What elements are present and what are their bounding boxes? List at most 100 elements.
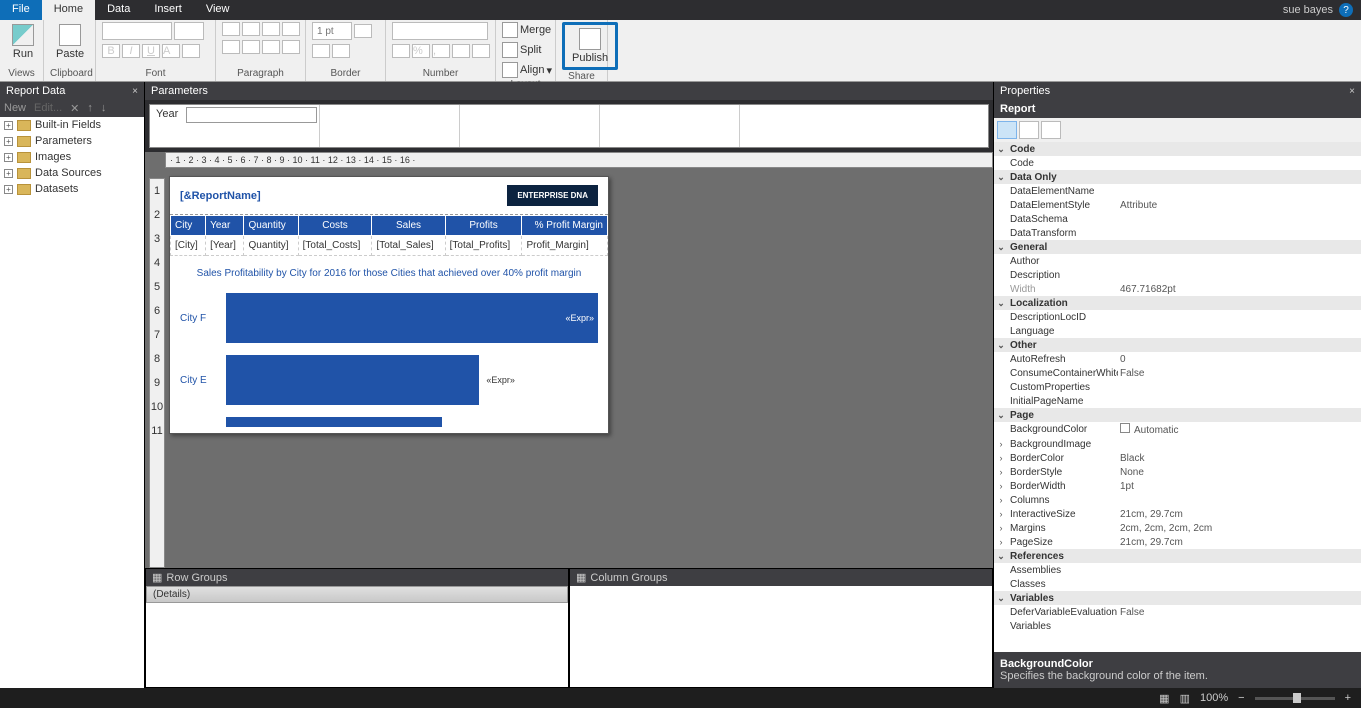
- tab-insert[interactable]: Insert: [142, 0, 194, 20]
- col-header[interactable]: Costs: [298, 216, 372, 236]
- border-button[interactable]: [312, 44, 330, 58]
- align-top-button[interactable]: [222, 40, 240, 54]
- paste-button[interactable]: Paste: [50, 22, 90, 62]
- prop-row[interactable]: DeferVariableEvaluationFalse: [994, 605, 1361, 619]
- properties-object[interactable]: Report: [994, 100, 1361, 118]
- prop-category[interactable]: ⌄References: [994, 549, 1361, 563]
- data-cell[interactable]: [Year]: [206, 236, 244, 256]
- data-cell[interactable]: [City]: [171, 236, 206, 256]
- align-center-button[interactable]: [242, 22, 260, 36]
- currency-button[interactable]: [392, 44, 410, 58]
- param-year-dropdown[interactable]: [186, 107, 317, 123]
- report-title-placeholder[interactable]: [&ReportName]: [180, 190, 261, 202]
- chart-bar-row[interactable]: City E «Expr»: [170, 349, 608, 411]
- details-group[interactable]: (Details): [146, 586, 568, 603]
- prop-row[interactable]: ›PageSize21cm, 29.7cm: [994, 535, 1361, 549]
- param-cell[interactable]: [460, 105, 600, 147]
- up-icon[interactable]: ↑: [87, 102, 93, 115]
- tree-item[interactable]: +Datasets: [0, 181, 144, 197]
- tab-data[interactable]: Data: [95, 0, 142, 20]
- zoom-slider[interactable]: [1255, 697, 1335, 700]
- align-left-button[interactable]: [222, 22, 240, 36]
- prop-row[interactable]: ›BorderWidth1pt: [994, 479, 1361, 493]
- param-cell[interactable]: [320, 105, 460, 147]
- report-page[interactable]: [&ReportName] ENTERPRISE DNA City Year Q…: [169, 176, 609, 434]
- prop-category[interactable]: ⌄Variables: [994, 591, 1361, 605]
- increase-decimal-button[interactable]: [472, 44, 490, 58]
- data-cell[interactable]: [Total_Costs]: [298, 236, 372, 256]
- percent-button[interactable]: %: [412, 44, 430, 58]
- data-cell[interactable]: Profit_Margin]: [522, 236, 608, 256]
- prop-row[interactable]: BackgroundColorAutomatic: [994, 422, 1361, 437]
- prop-row[interactable]: ›BackgroundImage: [994, 437, 1361, 451]
- col-header[interactable]: Quantity: [244, 216, 298, 236]
- alphabetical-button[interactable]: [1019, 121, 1039, 139]
- align-justify-button[interactable]: [282, 22, 300, 36]
- run-button[interactable]: Run: [6, 22, 40, 62]
- prop-row[interactable]: InitialPageName: [994, 394, 1361, 408]
- col-header[interactable]: City: [171, 216, 206, 236]
- prop-row[interactable]: DataElementStyleAttribute: [994, 198, 1361, 212]
- underline-button[interactable]: U: [142, 44, 160, 58]
- col-header[interactable]: Profits: [445, 216, 522, 236]
- tree-item[interactable]: +Data Sources: [0, 165, 144, 181]
- data-cell[interactable]: Quantity]: [244, 236, 298, 256]
- col-header[interactable]: Year: [206, 216, 244, 236]
- prop-row[interactable]: Variables: [994, 619, 1361, 633]
- new-button[interactable]: New: [4, 102, 26, 115]
- prop-row[interactable]: ›InteractiveSize21cm, 29.7cm: [994, 507, 1361, 521]
- prop-row[interactable]: ConsumeContainerWhitespaceFalse: [994, 366, 1361, 380]
- prop-row[interactable]: DataSchema: [994, 212, 1361, 226]
- prop-category[interactable]: ⌄Other: [994, 338, 1361, 352]
- prop-row[interactable]: ›Columns: [994, 493, 1361, 507]
- italic-button[interactable]: I: [122, 44, 140, 58]
- design-canvas[interactable]: · 1 · 2 · 3 · 4 · 5 · 6 · 7 · 8 · 9 · 10…: [145, 152, 993, 568]
- decrease-decimal-button[interactable]: [452, 44, 470, 58]
- help-icon[interactable]: ?: [1339, 3, 1353, 17]
- border-color-button[interactable]: [332, 44, 350, 58]
- zoom-in-button[interactable]: +: [1345, 692, 1351, 704]
- col-header[interactable]: Sales: [372, 216, 445, 236]
- data-table[interactable]: City Year Quantity Costs Sales Profits %…: [170, 215, 608, 256]
- publish-button[interactable]: Publish: [566, 26, 614, 66]
- comma-button[interactable]: ,: [432, 44, 450, 58]
- prop-row[interactable]: Description: [994, 268, 1361, 282]
- prop-row[interactable]: DataElementName: [994, 184, 1361, 198]
- border-style-button[interactable]: [354, 24, 372, 38]
- tab-home[interactable]: Home: [42, 0, 95, 20]
- indent-button[interactable]: [282, 40, 300, 54]
- merge-button[interactable]: Merge: [502, 22, 551, 38]
- tab-view[interactable]: View: [194, 0, 242, 20]
- edit-button[interactable]: Edit...: [34, 102, 62, 115]
- chart-title[interactable]: Sales Profitability by City for 2016 for…: [170, 256, 608, 287]
- close-icon[interactable]: ×: [132, 86, 138, 97]
- prop-row[interactable]: ›BorderColorBlack: [994, 451, 1361, 465]
- prop-category[interactable]: ⌄General: [994, 240, 1361, 254]
- property-pages-button[interactable]: [1041, 121, 1061, 139]
- tree-item[interactable]: +Parameters: [0, 133, 144, 149]
- param-cell[interactable]: [600, 105, 740, 147]
- align-button[interactable]: Align ▾: [502, 62, 552, 78]
- prop-row[interactable]: DescriptionLocID: [994, 310, 1361, 324]
- view-icon[interactable]: ▦: [1159, 692, 1169, 705]
- font-family-dropdown[interactable]: [102, 22, 172, 40]
- font-color-button[interactable]: A: [162, 44, 180, 58]
- align-middle-button[interactable]: [242, 40, 260, 54]
- number-format-dropdown[interactable]: [392, 22, 488, 40]
- down-icon[interactable]: ↓: [101, 102, 107, 115]
- prop-category[interactable]: ⌄Localization: [994, 296, 1361, 310]
- prop-row[interactable]: CustomProperties: [994, 380, 1361, 394]
- fill-color-button[interactable]: [182, 44, 200, 58]
- close-icon[interactable]: ×: [1349, 86, 1355, 97]
- prop-row[interactable]: Width467.71682pt: [994, 282, 1361, 296]
- report-data-tree[interactable]: +Built-in Fields +Parameters +Images +Da…: [0, 117, 144, 688]
- view-icon[interactable]: ▥: [1180, 692, 1190, 705]
- zoom-out-button[interactable]: −: [1238, 692, 1244, 704]
- col-header[interactable]: % Profit Margin: [522, 216, 608, 236]
- prop-row[interactable]: Language: [994, 324, 1361, 338]
- prop-category[interactable]: ⌄Page: [994, 408, 1361, 422]
- properties-grid[interactable]: ⌄CodeCode⌄Data OnlyDataElementNameDataEl…: [994, 142, 1361, 652]
- align-bottom-button[interactable]: [262, 40, 280, 54]
- tree-item[interactable]: +Built-in Fields: [0, 117, 144, 133]
- data-cell[interactable]: [Total_Sales]: [372, 236, 445, 256]
